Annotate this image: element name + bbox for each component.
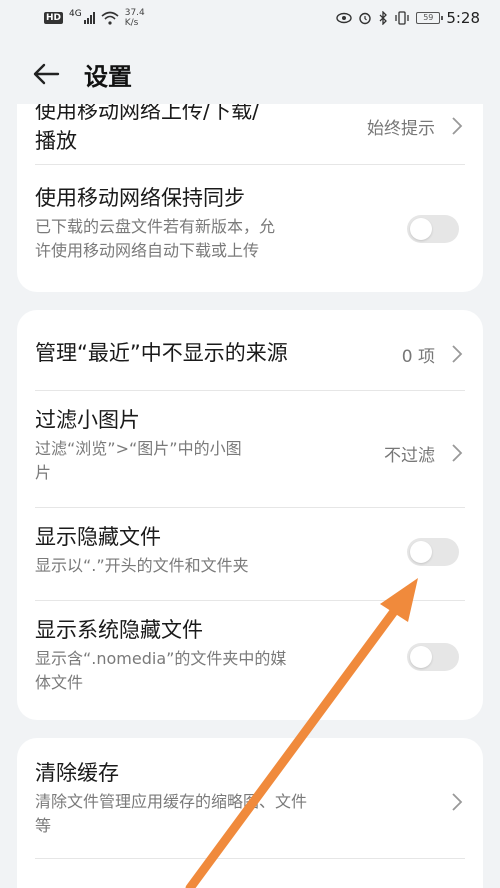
back-button[interactable] <box>32 54 72 94</box>
setting-recent-sources[interactable]: 管理“最近”中不显示的来源 0 项 <box>17 310 483 390</box>
setting-filter-small-images-sub-line2: 片 <box>35 463 52 482</box>
clock: 5:28 <box>446 9 480 27</box>
setting-mobile-upload-value: 始终提示 <box>367 119 435 139</box>
setting-show-hidden-files-text: 显示隐藏文件 显示以“.”开头的文件和文件夹 <box>35 522 249 578</box>
net-speed-value: 37.4 <box>124 8 145 18</box>
setting-filter-small-images-title: 过滤小图片 <box>35 408 140 432</box>
alarm-icon <box>359 12 372 25</box>
chevron-right-icon <box>452 345 463 363</box>
chevron-right-icon <box>452 444 463 462</box>
page-title: 设置 <box>84 62 132 91</box>
mobile-sync-toggle[interactable] <box>407 215 459 243</box>
wifi-icon <box>101 11 119 25</box>
setting-mobile-sync-title: 使用移动网络保持同步 <box>35 186 245 210</box>
setting-filter-small-images[interactable]: 过滤小图片 过滤“浏览”>“图片”中的小图 片 不过滤 <box>17 391 483 507</box>
status-bar: HD 4G 37.4 K/s 59 5:28 <box>0 0 500 36</box>
chevron-right-icon <box>452 117 463 135</box>
setting-mobile-sync[interactable]: 使用移动网络保持同步 已下载的云盘文件若有新版本，允 许使用移动网络自动下载或上… <box>17 165 483 292</box>
setting-show-hidden-files-sub: 显示以“.”开头的文件和文件夹 <box>35 556 249 575</box>
setting-show-system-hidden-files-title: 显示系统隐藏文件 <box>35 618 203 642</box>
setting-recent-sources-title: 管理“最近”中不显示的来源 <box>35 341 288 365</box>
settings-card-storage: 清除缓存 清除文件管理应用缓存的缩略图、文件 等 <box>17 738 483 888</box>
toggle-knob <box>410 541 432 563</box>
show-system-hidden-files-toggle[interactable] <box>407 643 459 671</box>
network-gen: 4G <box>69 9 82 19</box>
toggle-knob <box>410 646 432 668</box>
net-speed-unit: K/s <box>124 18 139 28</box>
net-speed: 37.4 K/s <box>125 8 145 28</box>
setting-show-system-hidden-files-sub-line1: 显示含“.nomedia”的文件夹中的媒 <box>35 649 287 668</box>
setting-mobile-sync-sub-line1: 已下载的云盘文件若有新版本，允 <box>35 217 276 236</box>
battery-icon: 59 <box>416 12 444 24</box>
hd-badge: HD <box>44 12 64 24</box>
setting-show-hidden-files-title: 显示隐藏文件 <box>35 525 161 549</box>
status-right: 59 5:28 <box>336 9 480 27</box>
setting-show-hidden-files[interactable]: 显示隐藏文件 显示以“.”开头的文件和文件夹 <box>17 508 483 600</box>
settings-card-network: 使用移动网络上传/下载/ 播放 始终提示 使用移动网络保持同步 已下载的云盘文件… <box>17 104 483 292</box>
chevron-right-icon <box>452 793 463 811</box>
show-hidden-files-toggle[interactable] <box>407 538 459 566</box>
setting-mobile-sync-text: 使用移动网络保持同步 已下载的云盘文件若有新版本，允 许使用移动网络自动下载或上… <box>35 183 275 263</box>
signal-icon <box>83 12 95 24</box>
setting-clear-cache[interactable]: 清除缓存 清除文件管理应用缓存的缩略图、文件 等 <box>17 738 483 858</box>
setting-show-system-hidden-files[interactable]: 显示系统隐藏文件 显示含“.nomedia”的文件夹中的媒 体文件 <box>17 601 483 720</box>
settings-card-display: 管理“最近”中不显示的来源 0 项 过滤小图片 过滤“浏览”>“图片”中的小图 … <box>17 310 483 720</box>
setting-mobile-upload-text: 使用移动网络上传/下载/ 播放 <box>35 104 259 156</box>
vibrate-icon <box>395 11 409 25</box>
setting-clear-cache-text: 清除缓存 清除文件管理应用缓存的缩略图、文件 等 <box>35 758 307 838</box>
back-arrow-icon <box>33 63 60 85</box>
title-bar: 设置 <box>0 44 500 104</box>
divider <box>35 858 465 859</box>
setting-clear-cache-sub-line1: 清除文件管理应用缓存的缩略图、文件 <box>35 792 308 811</box>
bluetooth-icon <box>379 11 388 25</box>
eye-icon <box>336 12 353 24</box>
setting-filter-small-images-text: 过滤小图片 过滤“浏览”>“图片”中的小图 片 <box>35 405 242 485</box>
setting-show-system-hidden-files-sub-line2: 体文件 <box>35 673 84 692</box>
setting-mobile-sync-sub-line2: 许使用移动网络自动下载或上传 <box>35 241 260 260</box>
toggle-knob <box>410 218 432 240</box>
setting-recent-sources-value: 0 项 <box>401 347 435 367</box>
setting-mobile-upload-title-line1: 使用移动网络上传/下载/ <box>35 104 260 123</box>
setting-mobile-upload[interactable]: 使用移动网络上传/下载/ 播放 始终提示 <box>17 104 483 164</box>
setting-filter-small-images-sub-line1: 过滤“浏览”>“图片”中的小图 <box>35 439 242 458</box>
setting-filter-small-images-value: 不过滤 <box>384 446 435 466</box>
setting-clear-cache-sub-line2: 等 <box>35 816 52 835</box>
setting-show-system-hidden-files-text: 显示系统隐藏文件 显示含“.nomedia”的文件夹中的媒 体文件 <box>35 615 286 695</box>
status-left: HD 4G 37.4 K/s <box>44 8 145 28</box>
setting-mobile-upload-title-line2: 播放 <box>35 129 77 153</box>
setting-clear-cache-title: 清除缓存 <box>35 761 119 785</box>
